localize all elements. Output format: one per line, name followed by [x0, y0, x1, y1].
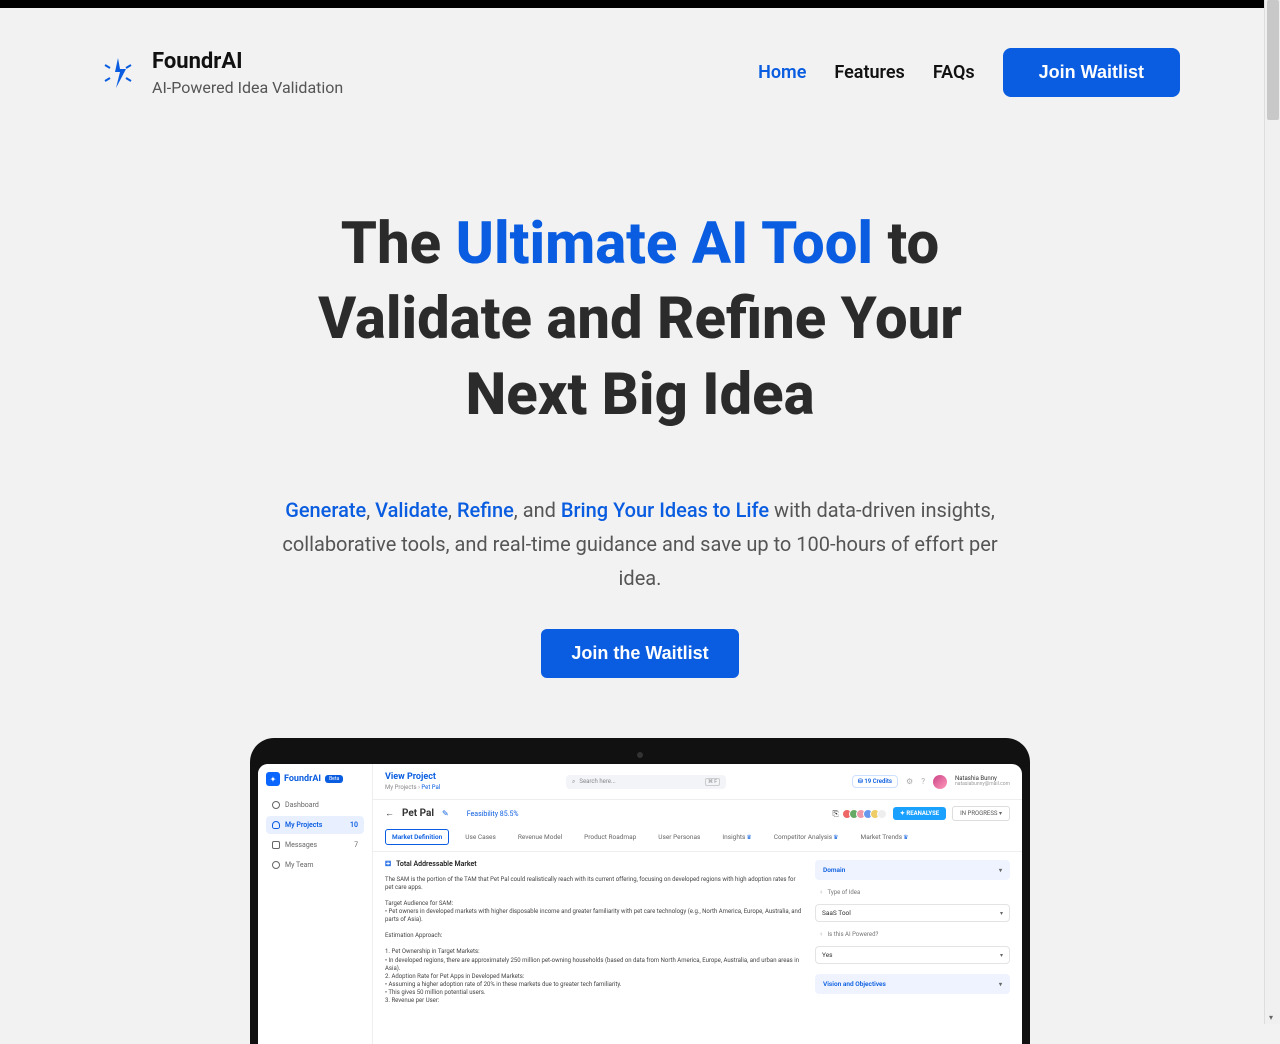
chevron-down-icon: ▾: [999, 981, 1002, 988]
dice-icon: ⚃: [385, 860, 391, 869]
panel-domain[interactable]: Domain▾: [815, 860, 1010, 880]
brand-block: FoundrAI AI-Powered Idea Validation: [100, 49, 343, 97]
collaborator-avatars[interactable]: [845, 809, 887, 819]
sidebar-item-dashboard[interactable]: Dashboard: [266, 796, 364, 814]
reanalyse-button[interactable]: ✦ REANALYSE: [893, 807, 946, 820]
bulb-icon: [272, 821, 280, 829]
tab-user-personas[interactable]: User Personas: [652, 830, 706, 844]
bulb-icon: ♀: [819, 889, 824, 896]
nav-home[interactable]: Home: [758, 62, 806, 83]
tab-revenue-model[interactable]: Revenue Model: [512, 830, 568, 844]
select-ai[interactable]: Yes▾: [815, 946, 1010, 964]
hero: The Ultimate AI Tool to Validate and Ref…: [100, 207, 1180, 678]
project-tabs: Market Definition Use Cases Revenue Mode…: [373, 821, 1022, 852]
brand-tagline: AI-Powered Idea Validation: [152, 78, 343, 97]
search-input[interactable]: ⌕ Search here... ⌘ F: [566, 775, 726, 789]
tab-competitor-analysis[interactable]: Competitor Analysis♛: [768, 830, 845, 844]
chevron-down-icon: ▾: [999, 810, 1002, 817]
avatar[interactable]: [933, 775, 947, 789]
sidebar-item-projects[interactable]: My Projects 10: [266, 816, 364, 834]
site-header: FoundrAI AI-Powered Idea Validation Home…: [100, 8, 1180, 97]
search-icon: ⌕: [572, 778, 575, 786]
app-logo: ✦ FoundrAI Beta: [266, 772, 364, 786]
tab-insights[interactable]: Insights♛: [716, 830, 757, 844]
logo-spark-icon: [100, 55, 136, 91]
brand-name: FoundrAI: [152, 49, 343, 74]
kbd-shortcut: ⌘ F: [705, 778, 720, 786]
hero-accent: Ultimate AI Tool: [456, 210, 873, 278]
app-screenshot: ✦ FoundrAI Beta Dashboard My Projects 10…: [258, 764, 1022, 1044]
status-dropdown[interactable]: IN PROGRESS ▾: [952, 806, 1010, 821]
back-arrow-icon[interactable]: ←: [385, 808, 394, 819]
tab-product-roadmap[interactable]: Product Roadmap: [578, 830, 642, 844]
hero-subtext: Generate, Validate, Refine, and Bring Yo…: [280, 493, 1000, 595]
beta-badge: Beta: [325, 775, 343, 783]
nav-join-waitlist-button[interactable]: Join Waitlist: [1003, 48, 1180, 97]
bulb-icon: ♀: [819, 931, 824, 938]
tab-use-cases[interactable]: Use Cases: [459, 830, 502, 844]
credits-badge[interactable]: ⛁ 19 Credits: [852, 775, 898, 788]
scrollbar-thumb[interactable]: [1267, 0, 1279, 120]
chevron-down-icon: ▾: [1000, 952, 1003, 959]
crown-icon: ♛: [833, 834, 838, 841]
chevron-down-icon: ▾: [999, 867, 1002, 874]
crown-icon: ♛: [746, 834, 751, 841]
home-icon: [272, 801, 280, 809]
nav-features[interactable]: Features: [834, 62, 904, 83]
panel-vision[interactable]: Vision and Objectives▾: [815, 974, 1010, 994]
crown-icon: ♛: [903, 834, 908, 841]
scroll-down-icon[interactable]: ▾: [1269, 1013, 1273, 1022]
bolt-icon: ✦: [266, 772, 280, 786]
user-block: Natashia Bunny natasiabunny@mail.com: [955, 776, 1010, 788]
project-titlebar: ← Pet Pal ✎ Feasibility 85.5% ⎘ ✦ REANAL…: [373, 800, 1022, 821]
project-name: Pet Pal: [402, 808, 434, 819]
content-side: Domain▾ ♀Type of Idea SaaS Tool▾ ♀Is thi…: [815, 860, 1010, 1036]
breadcrumb: My Projects › Pet Pal: [385, 784, 440, 791]
field-ai-label: ♀Is this AI Powered?: [819, 931, 1010, 938]
sidebar-item-team[interactable]: My Team: [266, 856, 364, 874]
hero-cta-button[interactable]: Join the Waitlist: [541, 629, 738, 678]
browser-topbar: [0, 0, 1280, 8]
product-screenshot-laptop: ✦ FoundrAI Beta Dashboard My Projects 10…: [100, 738, 1180, 1044]
edit-icon[interactable]: ✎: [442, 809, 449, 818]
select-type[interactable]: SaaS Tool▾: [815, 904, 1010, 922]
laptop-camera-icon: [637, 752, 643, 758]
tab-market-trends[interactable]: Market Trends♛: [855, 830, 915, 844]
content-main: ⚃Total Addressable Market The SAM is the…: [385, 860, 805, 1036]
nav-faqs[interactable]: FAQs: [933, 62, 975, 83]
hero-headline: The Ultimate AI Tool to Validate and Ref…: [260, 207, 1020, 433]
main-nav: Home Features FAQs Join Waitlist: [758, 48, 1180, 97]
projects-count-badge: 10: [350, 821, 358, 829]
tab-market-definition[interactable]: Market Definition: [385, 829, 449, 845]
sidebar-item-messages[interactable]: Messages 7: [266, 836, 364, 854]
view-title: View Project: [385, 772, 440, 782]
chevron-down-icon: ▾: [1000, 910, 1003, 917]
page-scrollbar[interactable]: ▴ ▾: [1264, 0, 1280, 1024]
message-icon: [272, 841, 280, 849]
messages-count-badge: 7: [354, 841, 358, 849]
field-type-label: ♀Type of Idea: [819, 889, 1010, 896]
app-sidebar: ✦ FoundrAI Beta Dashboard My Projects 10…: [258, 764, 373, 1044]
download-icon[interactable]: ⎘: [832, 809, 838, 819]
team-icon: [272, 861, 280, 869]
app-topbar: View Project My Projects › Pet Pal ⌕ Sea…: [373, 764, 1022, 800]
gear-icon[interactable]: ⚙: [906, 777, 913, 786]
help-icon[interactable]: ?: [921, 777, 925, 786]
feasibility-badge: Feasibility 85.5%: [467, 810, 519, 818]
